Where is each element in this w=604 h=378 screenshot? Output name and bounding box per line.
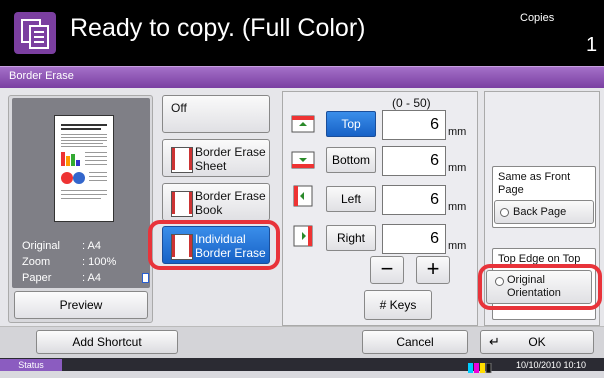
right-edge-icon xyxy=(290,224,316,248)
back-page-button[interactable]: Back Page xyxy=(494,200,594,224)
ok-button[interactable]: ↵ OK xyxy=(480,330,594,354)
border-erase-sheet-label: Border Erase Sheet xyxy=(195,145,266,173)
enter-icon: ↵ xyxy=(489,334,500,349)
paper-icon xyxy=(142,273,149,283)
border-erase-book-icon xyxy=(171,191,193,217)
right-unit: mm xyxy=(448,240,467,252)
date-time: 10/10/2010 10:10 xyxy=(516,360,587,370)
copies-label: Copies xyxy=(520,12,555,24)
top-edge-icon xyxy=(290,112,316,136)
zoom-value: : 100% xyxy=(82,256,117,268)
page-preview-thumbnail xyxy=(54,115,114,222)
left-edge-icon xyxy=(290,184,316,208)
bottom-edge-button[interactable]: Bottom xyxy=(326,147,376,173)
paper-label: Paper xyxy=(22,272,52,284)
original-orientation-button[interactable]: Original Orientation xyxy=(486,270,592,304)
left-edge-button[interactable]: Left xyxy=(326,186,376,212)
off-label: Off xyxy=(171,101,187,115)
back-page-group-label: Same as Front Page xyxy=(498,171,571,196)
bottom-unit: mm xyxy=(448,162,467,174)
zoom-label: Zoom xyxy=(22,256,51,268)
back-page-radio-icon xyxy=(500,208,509,217)
preview-button[interactable]: Preview xyxy=(14,291,148,319)
border-erase-sheet-icon xyxy=(171,147,193,173)
back-page-label: Back Page xyxy=(513,206,567,218)
border-erase-book-label: Border Erase Book xyxy=(195,189,266,217)
individual-border-erase-button[interactable]: Individual Border Erase xyxy=(162,226,270,264)
increase-button[interactable]: + xyxy=(416,256,450,284)
original-orientation-label: Original Orientation xyxy=(507,274,561,299)
left-unit: mm xyxy=(448,201,467,213)
bottom-edge-icon xyxy=(290,148,316,172)
toner-level-icon xyxy=(468,360,492,374)
status-title: Ready to copy. (Full Color) xyxy=(70,14,366,42)
screen-title: Border Erase xyxy=(9,70,74,82)
bottom-value-field[interactable]: 6 xyxy=(382,146,446,176)
add-shortcut-button[interactable]: Add Shortcut xyxy=(36,330,178,354)
paper-value: : A4 xyxy=(82,272,101,284)
original-size-value: : A4 xyxy=(82,240,101,252)
ok-label: OK xyxy=(528,335,546,349)
original-orientation-radio-icon xyxy=(495,277,504,286)
top-edge-button[interactable]: Top xyxy=(326,111,376,137)
range-label: (0 - 50) xyxy=(392,96,431,110)
top-unit: mm xyxy=(448,126,467,138)
numeric-keys-button[interactable]: # Keys xyxy=(364,290,432,320)
left-value-field[interactable]: 6 xyxy=(382,185,446,215)
decrease-button[interactable]: − xyxy=(370,256,404,284)
individual-border-erase-icon xyxy=(171,234,193,260)
individual-border-erase-label: Individual Border Erase xyxy=(195,232,266,260)
border-erase-book-button[interactable]: Border Erase Book xyxy=(162,183,270,221)
copy-app-icon xyxy=(14,12,56,54)
top-value-field[interactable]: 6 xyxy=(382,110,446,140)
right-value-field[interactable]: 6 xyxy=(382,224,446,254)
copies-count: 1 xyxy=(586,34,598,56)
screen-title-bar xyxy=(0,66,604,88)
right-edge-button[interactable]: Right xyxy=(326,225,376,251)
status-bar xyxy=(0,358,604,371)
status-button[interactable]: Status xyxy=(0,359,62,371)
off-button[interactable]: Off xyxy=(162,95,270,133)
border-erase-sheet-button[interactable]: Border Erase Sheet xyxy=(162,139,270,177)
original-size-label: Original xyxy=(22,240,60,252)
cancel-button[interactable]: Cancel xyxy=(362,330,468,354)
